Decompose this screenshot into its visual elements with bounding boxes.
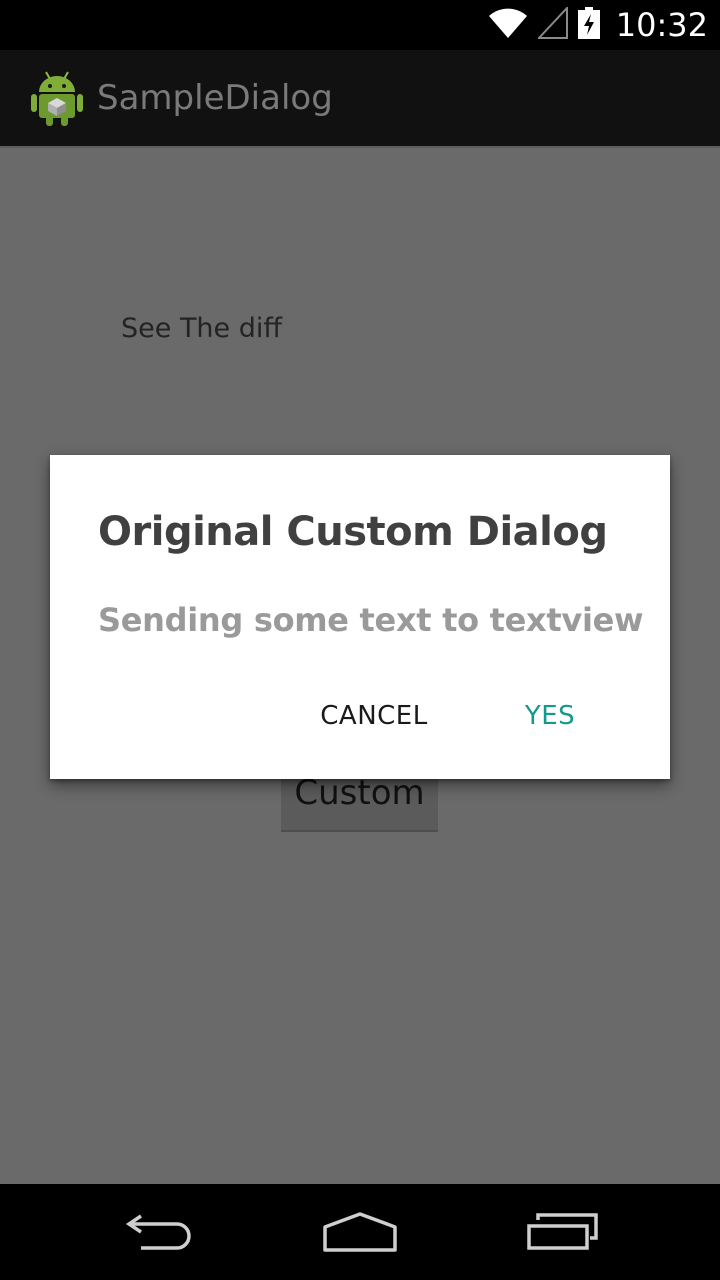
recents-icon: [526, 1212, 598, 1256]
status-icons: 10:32: [488, 0, 708, 50]
app-title: SampleDialog: [97, 78, 333, 118]
recents-button[interactable]: [512, 1204, 612, 1264]
screen: 10:32 SampleDialog See The diff Custom O…: [0, 0, 720, 1280]
status-bar: 10:32: [0, 0, 720, 50]
home-icon: [322, 1212, 398, 1256]
back-button[interactable]: [110, 1204, 210, 1264]
alert-dialog: Original Custom Dialog Sending some text…: [50, 455, 670, 779]
yes-button[interactable]: YES: [512, 691, 588, 741]
battery-charging-icon: [577, 7, 600, 43]
home-button[interactable]: [310, 1204, 410, 1264]
back-icon: [125, 1212, 195, 1256]
action-bar: SampleDialog: [0, 50, 720, 146]
see-diff-text: See The diff: [121, 313, 282, 344]
wifi-icon: [488, 7, 528, 43]
android-icon: [29, 68, 85, 128]
navigation-bar: [0, 1184, 720, 1280]
dialog-title: Original Custom Dialog: [98, 509, 608, 555]
cancel-button[interactable]: CANCEL: [308, 691, 440, 741]
cell-signal-icon: [536, 5, 568, 43]
dialog-message: Sending some text to textview: [98, 601, 644, 639]
status-time: 10:32: [615, 6, 708, 44]
